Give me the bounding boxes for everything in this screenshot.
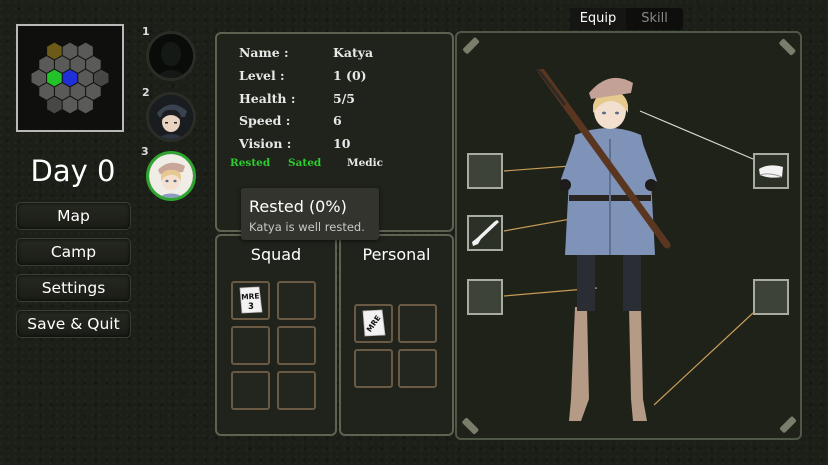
map-hex[interactable] [70, 56, 86, 73]
squad-cell[interactable] [277, 371, 316, 410]
stat-label-speed: Speed : [239, 113, 291, 128]
party-slot-number: 2 [142, 86, 150, 99]
map-hex[interactable] [78, 42, 93, 60]
squad-title: Squad [250, 245, 302, 264]
tab-skill[interactable]: Skill [626, 8, 683, 30]
map-hex[interactable] [47, 42, 62, 60]
personal-inventory-panel: Personal MRE [339, 234, 454, 436]
minimap[interactable] [16, 24, 124, 132]
personal-cell[interactable] [354, 349, 393, 388]
tab-equip[interactable]: Equip [570, 8, 626, 30]
squad-cell[interactable]: MRE 3 [231, 281, 270, 320]
status-tag-sated[interactable]: Sated [288, 157, 321, 169]
save-quit-button[interactable]: Save & Quit [16, 310, 131, 338]
map-hex[interactable] [62, 42, 78, 60]
silhouette-portrait-icon [149, 34, 193, 78]
stat-value-speed: 6 [333, 113, 342, 128]
stat-value-health: 5/5 [333, 91, 355, 106]
equip-slot-left-2[interactable] [467, 215, 503, 251]
map-button[interactable]: Map [16, 202, 131, 230]
mre-label: MRE [241, 291, 260, 301]
rifle-icon [472, 220, 499, 246]
soldier-cap-portrait-icon [149, 95, 193, 139]
map-hex[interactable] [39, 56, 54, 73]
map-hex[interactable] [62, 69, 78, 87]
equip-slot-left-3[interactable] [467, 279, 503, 315]
mre-ration-icon: MRE 3 [239, 286, 263, 314]
hex-minimap-icon [31, 42, 109, 114]
map-hex[interactable] [93, 69, 109, 87]
map-hex[interactable] [31, 69, 47, 87]
map-hex[interactable] [47, 69, 62, 87]
squad-cell[interactable] [277, 281, 316, 320]
map-hex[interactable] [86, 56, 101, 73]
squad-inventory-panel: Squad MRE 3 [215, 234, 337, 436]
map-hex[interactable] [54, 83, 70, 100]
mre-ration-icon: MRE [362, 309, 386, 337]
personal-cell[interactable]: MRE [354, 304, 393, 343]
personal-cell[interactable] [398, 304, 437, 343]
party-portrait-3-selected[interactable] [146, 151, 196, 201]
personal-cell[interactable] [398, 349, 437, 388]
status-tag-rested[interactable]: Rested [230, 157, 270, 169]
day-counter: Day 0 [30, 154, 116, 188]
map-hex[interactable] [47, 96, 62, 114]
stat-label-health: Health : [239, 91, 296, 106]
squad-cell[interactable] [277, 326, 316, 365]
personal-title: Personal [362, 245, 431, 264]
stat-label-level: Level : [239, 68, 285, 83]
settings-button[interactable]: Settings [16, 274, 131, 302]
equipment-panel [455, 31, 802, 440]
equip-skill-tabs: Equip Skill [570, 8, 683, 30]
party-portrait-1[interactable] [146, 31, 196, 81]
map-hex[interactable] [70, 83, 86, 100]
camp-button[interactable]: Camp [16, 238, 131, 266]
equip-slot-right-2[interactable] [753, 279, 789, 315]
equip-slot-left-1[interactable] [467, 153, 503, 189]
stat-value-vision: 10 [333, 136, 351, 151]
stat-value-name: Katya [333, 45, 374, 60]
tooltip-title: Rested (0%) [249, 197, 347, 216]
katya-character-art [535, 69, 671, 421]
map-hex[interactable] [39, 83, 54, 100]
map-hex[interactable] [78, 96, 93, 114]
equip-slot-right-1[interactable] [753, 153, 789, 189]
stat-label-vision: Vision : [239, 136, 292, 151]
stat-label-name: Name : [239, 45, 289, 60]
tooltip-description: Katya is well rested. [249, 220, 365, 234]
squad-cell[interactable] [231, 371, 270, 410]
party-portrait-2[interactable] [146, 92, 196, 142]
map-hex[interactable] [62, 96, 78, 114]
map-hex[interactable] [54, 56, 70, 73]
status-tooltip: Rested (0%) Katya is well rested. [241, 188, 379, 240]
stat-value-level: 1 (0) [333, 68, 367, 83]
mre-count: 3 [248, 302, 254, 312]
squad-cell[interactable] [231, 326, 270, 365]
party-slot-number: 1 [142, 25, 150, 38]
garrison-cap-icon [759, 165, 783, 178]
map-hex[interactable] [86, 83, 101, 100]
party-slot-number: 3 [141, 145, 149, 158]
status-tag-medic[interactable]: Medic [347, 157, 383, 169]
map-hex[interactable] [78, 69, 93, 87]
katya-portrait-icon [149, 154, 193, 198]
